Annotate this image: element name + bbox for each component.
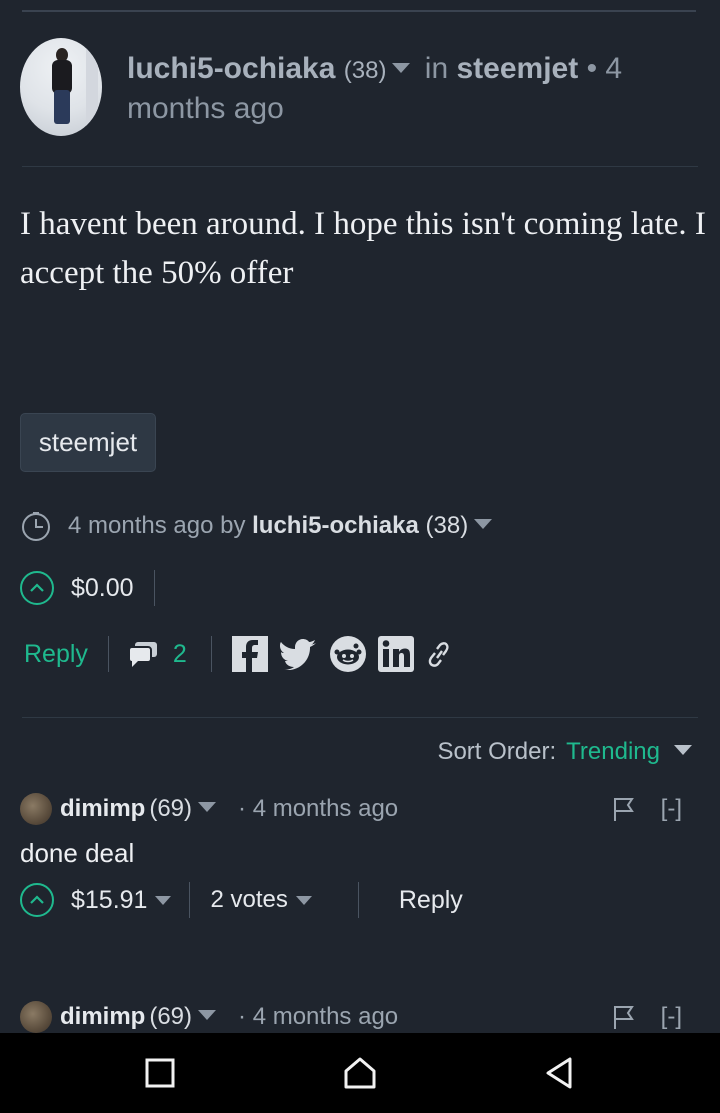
back-icon[interactable] — [540, 1053, 580, 1093]
post-payout[interactable]: $0.00 — [71, 574, 134, 603]
post-action-row: Reply 2 — [20, 632, 700, 676]
comment-actions: $15.91 2 votes Reply — [20, 880, 700, 920]
post-vote-row: $0.00 — [20, 568, 155, 608]
community-link[interactable]: steemjet — [456, 52, 578, 85]
comment-upvote-button[interactable] — [20, 883, 54, 917]
avatar-figure-body — [52, 60, 72, 94]
twitter-icon[interactable] — [279, 638, 318, 670]
meta-author-chevron-down-icon[interactable] — [474, 519, 493, 529]
comment-controls: [-] — [613, 791, 682, 827]
collapse-button[interactable]: [-] — [661, 1003, 682, 1031]
author-avatar[interactable] — [20, 38, 102, 136]
comment-vote-divider — [189, 882, 191, 918]
avatar-background — [86, 46, 98, 126]
header-divider — [22, 166, 698, 167]
comment-payout[interactable]: $15.91 — [71, 886, 147, 915]
commenter-name[interactable]: dimimp — [60, 1003, 145, 1031]
meta-reputation: (38) — [425, 512, 469, 539]
chevron-up-icon — [30, 583, 44, 592]
commenter-avatar[interactable] — [20, 793, 52, 825]
author-name[interactable]: luchi5-ochiaka — [127, 52, 335, 85]
author-reputation: (38) — [343, 57, 387, 84]
reddit-icon[interactable] — [329, 636, 366, 672]
meta-time: 4 months ago by — [68, 512, 246, 539]
separator-dot: • — [586, 52, 598, 85]
commenter-chevron-down-icon[interactable] — [198, 802, 217, 812]
link-icon[interactable] — [426, 639, 452, 669]
author-line: luchi5-ochiaka (38) in steemjet • 4 mont… — [127, 50, 687, 128]
author-menu-chevron-down-icon[interactable] — [392, 63, 411, 74]
payout-chevron-down-icon[interactable] — [155, 895, 172, 905]
flag-icon[interactable] — [613, 1004, 635, 1030]
system-navigation-bar — [0, 1033, 720, 1113]
comment-controls: [-] — [613, 999, 682, 1035]
comment-reply-divider — [357, 882, 359, 918]
upvote-button[interactable] — [20, 571, 54, 605]
comment-reply-button[interactable]: Reply — [399, 886, 463, 915]
recent-apps-icon[interactable] — [140, 1053, 180, 1093]
sort-order: Sort Order: Trending — [437, 738, 692, 766]
clock-icon — [22, 512, 50, 541]
home-icon[interactable] — [340, 1053, 380, 1093]
post-body: I havent been around. I hope this isn't … — [20, 206, 706, 291]
comment-separator: · — [238, 795, 247, 822]
tag-steemjet[interactable]: steemjet — [20, 413, 156, 472]
commenter-reputation: (69) — [149, 795, 193, 822]
reply-button[interactable]: Reply — [24, 640, 88, 669]
commenter-name[interactable]: dimimp — [60, 795, 145, 823]
votes-chevron-down-icon[interactable] — [295, 895, 312, 905]
vote-divider — [153, 570, 155, 606]
top-divider — [22, 10, 696, 12]
meta-author[interactable]: luchi5-ochiaka — [252, 512, 419, 540]
flag-icon[interactable] — [613, 796, 635, 822]
linkedin-icon[interactable] — [377, 636, 414, 672]
chevron-up-icon — [30, 895, 44, 904]
comment-header: dimimp (69) · 4 months ago [-] — [20, 999, 700, 1035]
share-divider — [210, 636, 212, 672]
post-header: luchi5-ochiaka (38) in steemjet • 4 mont… — [20, 38, 700, 138]
sort-value[interactable]: Trending — [566, 738, 660, 766]
comment-separator: · — [238, 1003, 247, 1030]
comments-divider — [22, 717, 698, 718]
in-label: in — [424, 52, 449, 85]
action-divider — [107, 636, 109, 672]
commenter-avatar[interactable] — [20, 1001, 52, 1033]
sort-label: Sort Order: — [437, 738, 557, 765]
comments-icon[interactable] — [127, 640, 159, 668]
comment-body: done deal — [20, 838, 135, 868]
commenter-reputation: (69) — [149, 1003, 193, 1030]
collapse-button[interactable]: [-] — [661, 795, 682, 823]
comment-time: 4 months ago — [252, 1003, 399, 1030]
commenter-chevron-down-icon[interactable] — [198, 1010, 217, 1020]
post-meta: 4 months ago by luchi5-ochiaka (38) — [20, 506, 700, 546]
facebook-icon[interactable] — [231, 636, 268, 672]
sort-chevron-down-icon[interactable] — [674, 745, 692, 755]
comment-time: 4 months ago — [252, 795, 399, 822]
comment-header: dimimp (69) · 4 months ago [-] — [20, 791, 700, 827]
avatar-figure-legs — [54, 90, 70, 124]
comment-count[interactable]: 2 — [173, 640, 187, 669]
vote-count[interactable]: 2 votes — [210, 886, 287, 914]
